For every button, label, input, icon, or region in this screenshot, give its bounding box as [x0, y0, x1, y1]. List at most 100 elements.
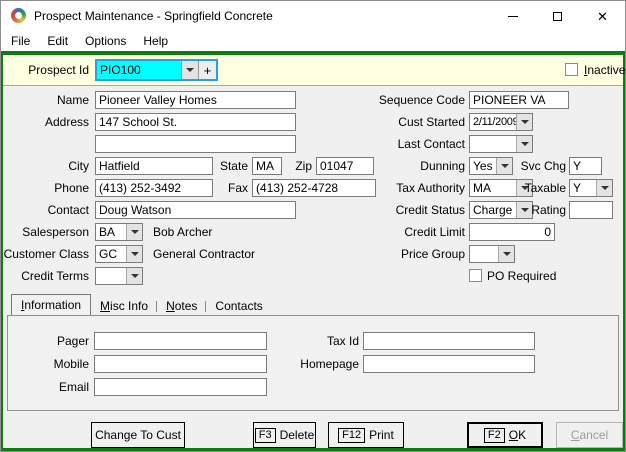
city-label: City: [3, 157, 89, 175]
taxable-label: Taxable: [508, 179, 566, 197]
city-field[interactable]: [95, 157, 213, 175]
salesperson-value: BA: [96, 224, 126, 240]
mobile-label: Mobile: [14, 355, 89, 373]
prospect-id-dropdown-button[interactable]: [181, 61, 198, 79]
print-button[interactable]: F12 Print: [328, 422, 404, 448]
salesperson-name: Bob Archer: [153, 223, 212, 241]
taxable-combobox[interactable]: Y: [569, 179, 613, 197]
last-contact-dropdown-button[interactable]: [516, 136, 532, 152]
address-label: Address: [3, 113, 89, 131]
po-required-checkbox[interactable]: [469, 269, 482, 282]
prospect-maintenance-window: Prospect Maintenance - Springfield Concr…: [0, 0, 626, 452]
phone-field[interactable]: [95, 179, 213, 197]
chevron-down-icon: [131, 274, 139, 278]
chevron-down-icon: [601, 186, 609, 190]
salesperson-combobox[interactable]: BA: [95, 223, 143, 241]
inactive-checkbox[interactable]: [565, 63, 578, 76]
customer-class-dropdown-button[interactable]: [126, 246, 142, 262]
title-bar: Prospect Maintenance - Springfield Concr…: [1, 1, 625, 31]
window-controls: ✕: [490, 1, 625, 31]
customer-class-combobox[interactable]: GC: [95, 245, 143, 263]
minimize-button[interactable]: [490, 1, 535, 31]
chevron-down-icon: [503, 252, 511, 256]
price-group-value: [470, 246, 498, 262]
menu-help[interactable]: Help: [143, 31, 168, 51]
change-to-cust-button[interactable]: Change To Cust: [91, 422, 185, 448]
prospect-id-label: Prospect Id: [3, 61, 89, 79]
tab-strip: Information Misc Info Notes Contacts: [11, 295, 272, 315]
cancel-button-label: Cancel: [571, 428, 608, 442]
menu-file[interactable]: File: [11, 31, 30, 51]
f3-key-badge: F3: [255, 428, 276, 443]
tab-notes[interactable]: Notes: [157, 298, 206, 315]
maximize-button[interactable]: [535, 1, 580, 31]
price-group-dropdown-button[interactable]: [498, 246, 514, 262]
chevron-down-icon: [131, 230, 139, 234]
homepage-field[interactable]: [363, 355, 535, 373]
contact-field[interactable]: [95, 201, 296, 219]
prospect-id-combobox[interactable]: PIO100 +: [95, 59, 218, 81]
state-label: State: [215, 157, 248, 175]
customer-class-value: GC: [96, 246, 126, 262]
fax-field[interactable]: [252, 179, 376, 197]
credit-limit-label: Credit Limit: [373, 223, 465, 241]
cust-started-dropdown-button[interactable]: [516, 114, 532, 130]
chevron-down-icon: [186, 68, 194, 72]
delete-button-label: Delete: [280, 428, 315, 442]
add-prospect-button[interactable]: +: [198, 61, 216, 79]
zip-field[interactable]: [316, 157, 374, 175]
contact-label: Contact: [3, 201, 89, 219]
dunning-combobox[interactable]: Yes: [469, 157, 513, 175]
close-button[interactable]: ✕: [580, 1, 625, 31]
credit-limit-field[interactable]: [469, 223, 555, 241]
tax-id-field[interactable]: [363, 332, 535, 350]
cancel-button[interactable]: Cancel: [556, 422, 623, 448]
mobile-field[interactable]: [94, 355, 267, 373]
inactive-label: Inactive: [584, 61, 625, 79]
rating-field[interactable]: [569, 201, 613, 219]
svc-chg-field[interactable]: [569, 157, 602, 175]
last-contact-combobox[interactable]: [469, 135, 533, 153]
cust-started-label: Cust Started: [373, 113, 465, 131]
pager-label: Pager: [14, 332, 89, 350]
cust-started-combobox[interactable]: 2/11/2009: [469, 113, 533, 131]
email-field[interactable]: [94, 378, 267, 396]
delete-button[interactable]: F3 Delete: [253, 422, 316, 448]
dunning-value: Yes: [470, 158, 496, 174]
sequence-code-field[interactable]: [469, 91, 569, 109]
rating-label: Rating: [508, 201, 566, 219]
tax-id-label: Tax Id: [288, 332, 359, 350]
address2-field[interactable]: [95, 135, 296, 153]
information-tab-panel: Pager Mobile Email Tax Id Homepage: [7, 315, 619, 411]
name-field[interactable]: [95, 91, 296, 109]
pager-field[interactable]: [94, 332, 267, 350]
ok-button[interactable]: F2 OK: [467, 422, 543, 448]
last-contact-value: [470, 136, 516, 152]
tab-information[interactable]: Information: [11, 294, 91, 315]
menu-bar: File Edit Options Help: [1, 31, 625, 51]
credit-terms-label: Credit Terms: [3, 267, 89, 285]
menu-options[interactable]: Options: [85, 31, 126, 51]
taxable-value: Y: [570, 180, 596, 196]
address-field[interactable]: [95, 113, 296, 131]
credit-terms-dropdown-button[interactable]: [126, 268, 142, 284]
salesperson-dropdown-button[interactable]: [126, 224, 142, 240]
credit-terms-combobox[interactable]: [95, 267, 143, 285]
tab-contacts[interactable]: Contacts: [206, 298, 271, 315]
prospect-id-value[interactable]: PIO100: [97, 61, 181, 79]
name-label: Name: [3, 91, 89, 109]
price-group-combobox[interactable]: [469, 245, 515, 263]
chevron-down-icon: [521, 120, 529, 124]
menu-edit[interactable]: Edit: [47, 31, 68, 51]
close-icon: ✕: [597, 10, 608, 23]
state-field[interactable]: [252, 157, 282, 175]
change-to-cust-label: Change To Cust: [95, 428, 181, 442]
window-title: Prospect Maintenance - Springfield Concr…: [34, 1, 273, 31]
salesperson-label: Salesperson: [3, 223, 89, 241]
customer-class-label: Customer Class: [3, 245, 89, 263]
price-group-label: Price Group: [373, 245, 465, 263]
chevron-down-icon: [521, 142, 529, 146]
credit-status-label: Credit Status: [373, 201, 465, 219]
taxable-dropdown-button[interactable]: [596, 180, 612, 196]
tab-misc-info[interactable]: Misc Info: [91, 298, 157, 315]
